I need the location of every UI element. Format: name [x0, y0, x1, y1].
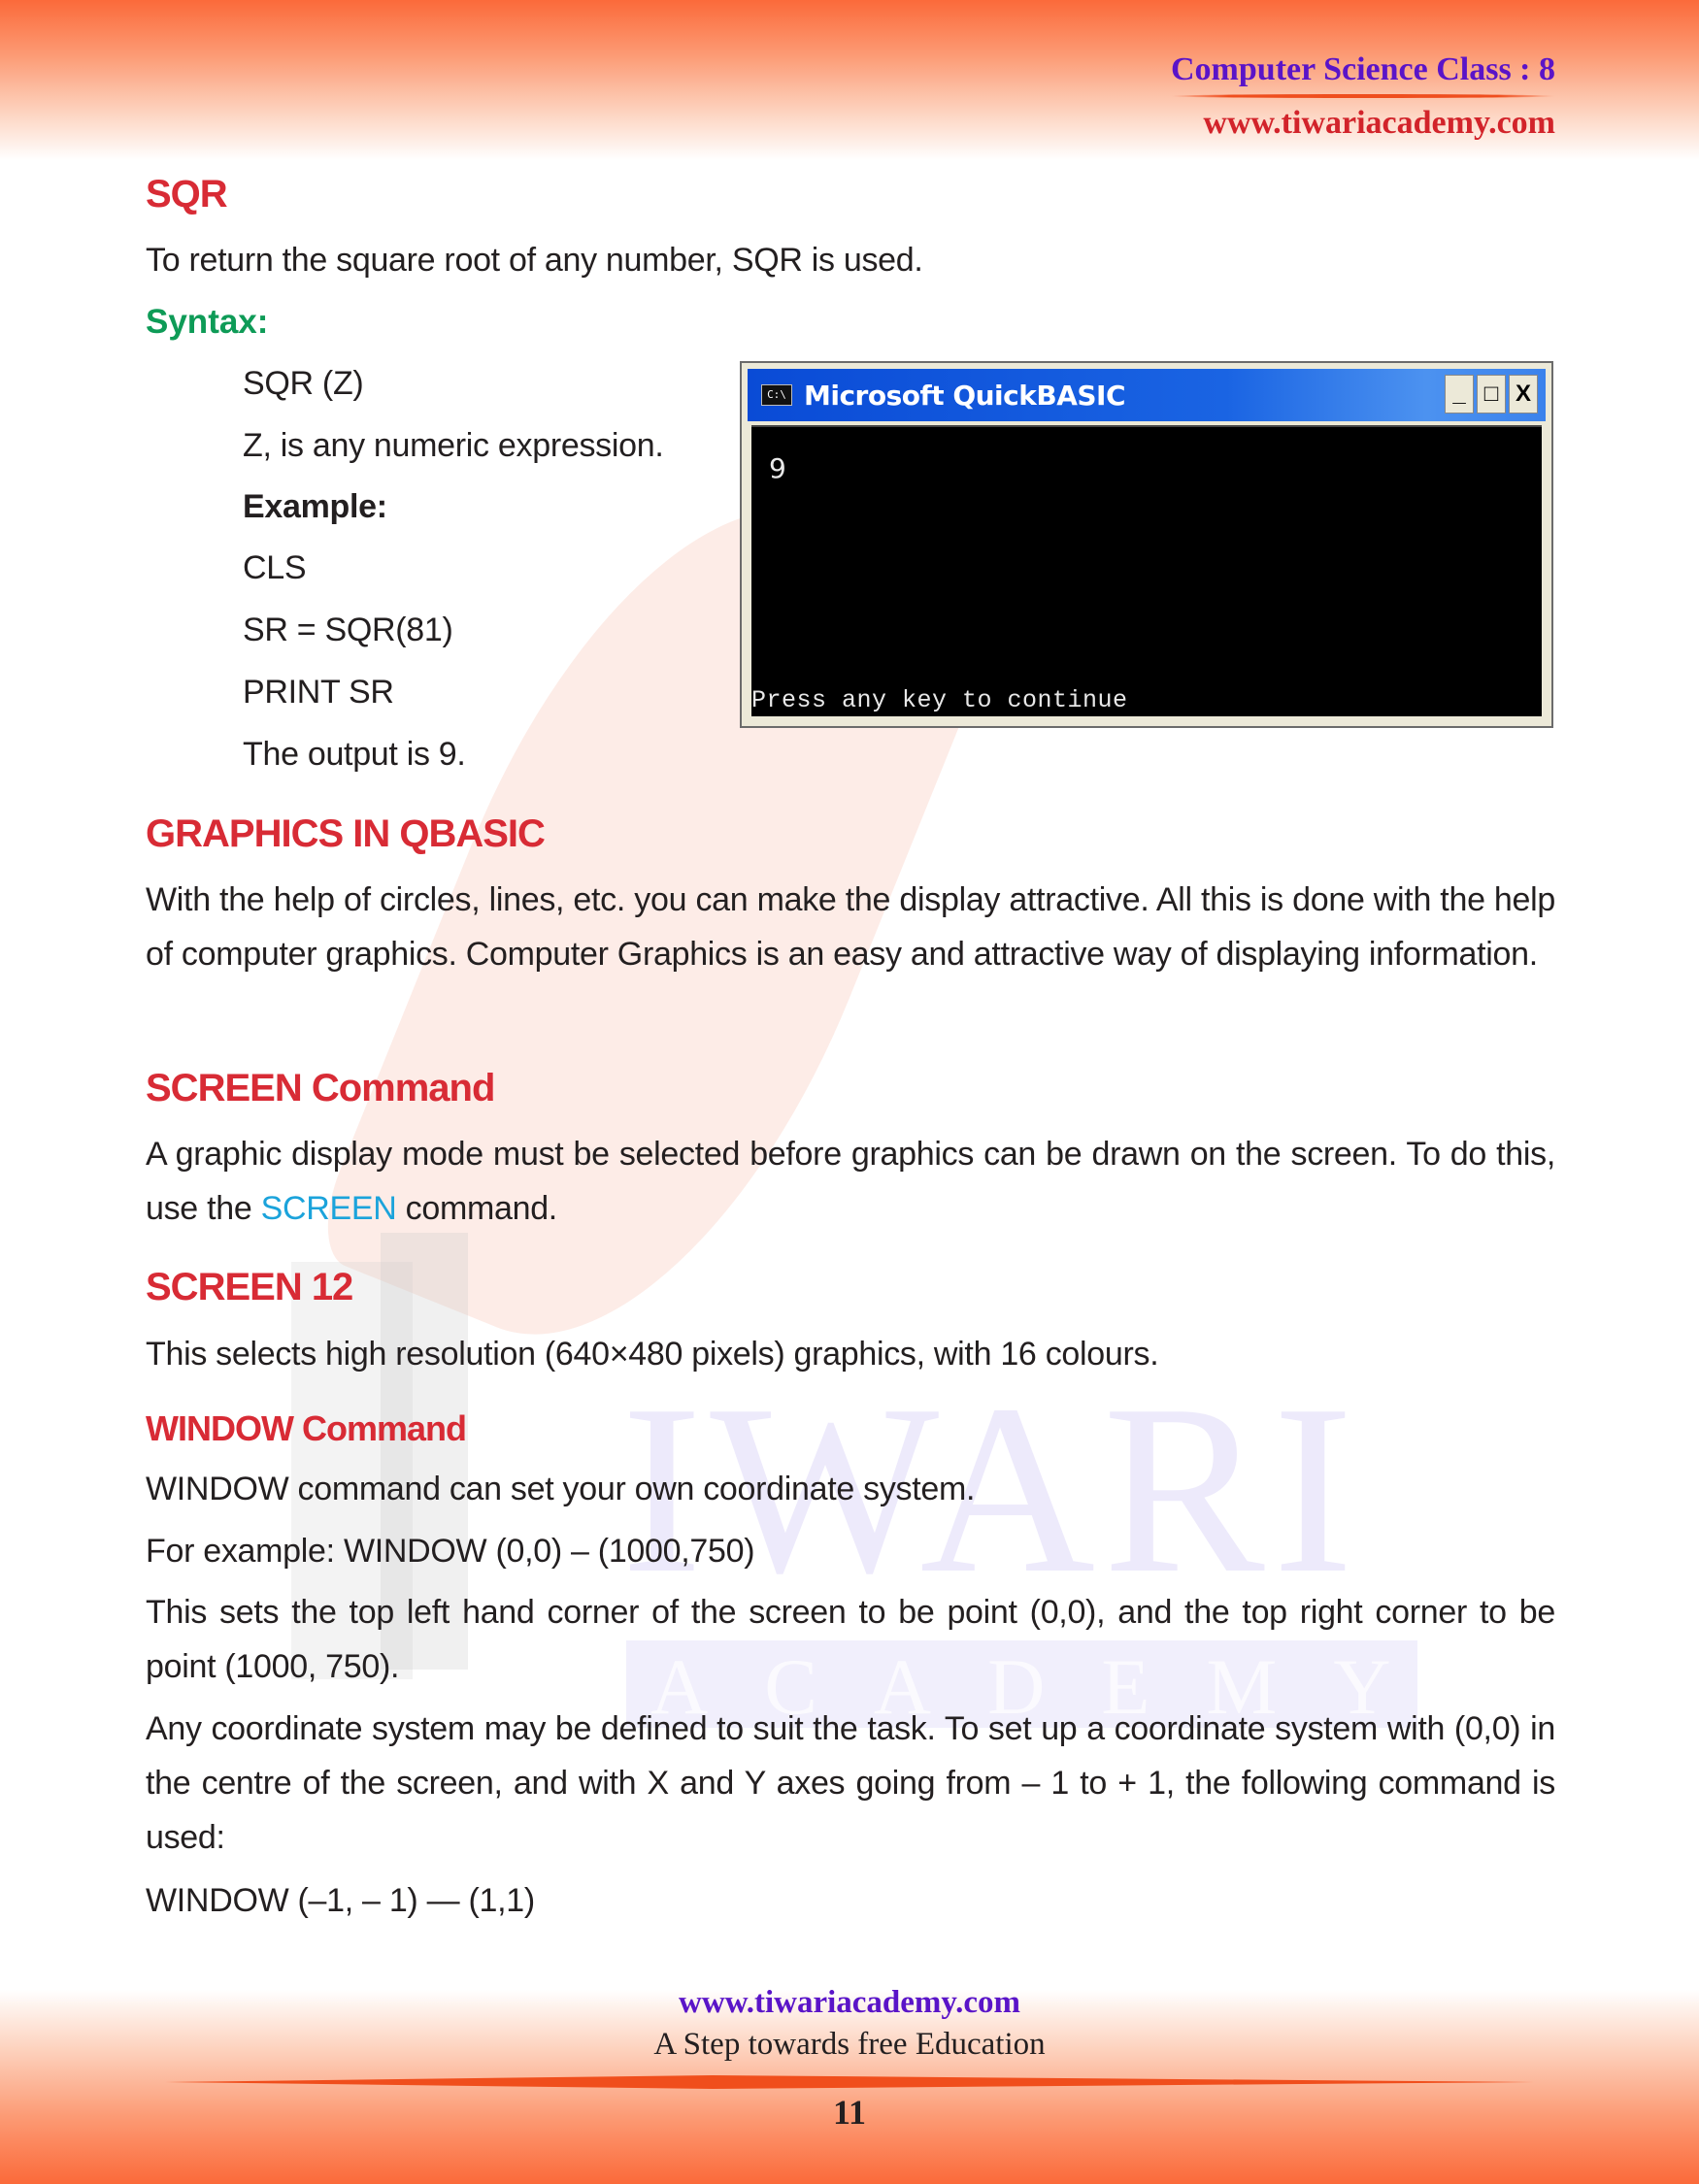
syntax-label: Syntax: [146, 303, 269, 341]
quickbasic-window: C:\ Microsoft QuickBASIC _ □ X 9 Press a… [740, 361, 1553, 728]
syntax-note: Z, is any numeric expression. [243, 427, 664, 464]
screen12-heading: SCREEN 12 [146, 1266, 353, 1308]
page-header: Computer Science Class : 8 www.tiwariaca… [1171, 50, 1555, 143]
window-line-3: This sets the top left hand corner of th… [146, 1594, 1555, 1685]
graphics-heading: GRAPHICS IN QBASIC [146, 812, 546, 855]
code-line: PRINT SR [243, 674, 394, 711]
window-line-1: WINDOW command can set your own coordina… [146, 1471, 976, 1507]
console-prompt: Press any key to continue [751, 686, 1128, 714]
screen-keyword: SCREEN [260, 1190, 397, 1227]
quickbasic-titlebar[interactable]: C:\ Microsoft QuickBASIC _ □ X [748, 369, 1546, 421]
header-subject-class: Computer Science Class : 8 [1171, 51, 1555, 87]
footer-tagline: A Step towards free Education [653, 2027, 1046, 2062]
syntax-code: SQR (Z) [243, 365, 364, 402]
code-line: SR = SQR(81) [243, 612, 453, 648]
window-example: For example: WINDOW (0,0) – (1000,750) [146, 1533, 755, 1570]
close-button[interactable]: X [1509, 375, 1538, 414]
window-centre-command: WINDOW (–1, – 1) — (1,1) [146, 1882, 535, 1919]
screen-command-text-end: command. [396, 1190, 558, 1227]
code-line: CLS [243, 549, 307, 586]
minimize-button[interactable]: _ [1445, 375, 1474, 414]
maximize-button[interactable]: □ [1477, 375, 1506, 414]
example-label: Example: [243, 488, 387, 525]
output-note: The output is 9. [243, 736, 466, 773]
window-command-heading: WINDOW Command [146, 1408, 467, 1448]
header-website-link[interactable]: www.tiwariacademy.com [1171, 104, 1555, 143]
screen12-paragraph: This selects high resolution (640×480 pi… [146, 1336, 1159, 1373]
sqr-description: To return the square root of any number,… [146, 242, 923, 279]
console-output: 9 [769, 452, 786, 484]
page-number: 11 [832, 2093, 866, 2132]
console-icon: C:\ [761, 384, 792, 406]
footer-website-link[interactable]: www.tiwariacademy.com [0, 1985, 1699, 2021]
screen-command-paragraph: A graphic display mode must be selected … [146, 1127, 1555, 1236]
graphics-paragraph: With the help of circles, lines, etc. yo… [146, 881, 1555, 973]
header-divider [1171, 94, 1555, 98]
screen-command-heading: SCREEN Command [146, 1067, 495, 1109]
console-screen[interactable]: 9 Press any key to continue [751, 425, 1542, 716]
sqr-heading: SQR [146, 173, 228, 215]
window-title: Microsoft QuickBASIC [804, 379, 1126, 412]
window-line-4: Any coordinate system may be defined to … [146, 1710, 1555, 1856]
window-controls: _ □ X [1445, 375, 1538, 414]
